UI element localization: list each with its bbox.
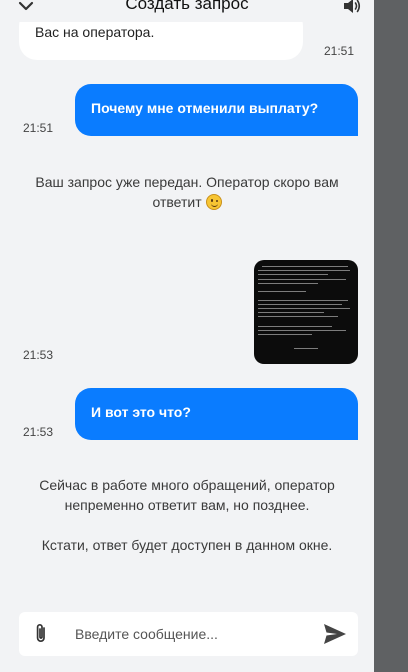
outgoing-message: И вот это что? <box>75 388 358 440</box>
system-message: Ваш запрос уже передан. Оператор скоро в… <box>20 172 354 212</box>
system-message: Кстати, ответ будет доступен в данном ок… <box>41 537 333 553</box>
message-text: Вас на оператора. <box>35 24 155 40</box>
system-message-text: Ваш запрос уже передан. Оператор скоро в… <box>35 174 339 210</box>
system-message: Сейчас в работе много обращений, операто… <box>39 477 335 513</box>
paperclip-icon[interactable] <box>31 622 51 646</box>
chat-title: Создать запрос <box>125 0 249 13</box>
message-text: Почему мне отменили выплату? <box>91 100 319 116</box>
message-composer <box>19 612 358 656</box>
chat-panel: Создать запрос Вас на оператора. 21:51 П… <box>0 0 374 672</box>
image-attachment[interactable] <box>254 260 358 364</box>
background-overlay <box>374 0 408 672</box>
message-input[interactable] <box>73 622 317 646</box>
smiling-face-emoji-icon <box>205 194 222 210</box>
outgoing-message: Почему мне отменили выплату? <box>75 84 358 136</box>
speaker-icon[interactable] <box>342 0 362 16</box>
message-text: И вот это что? <box>91 404 191 420</box>
message-time: 21:51 <box>324 44 355 58</box>
message-time: 21:51 <box>23 121 54 135</box>
message-time: 21:53 <box>23 348 54 362</box>
send-icon[interactable] <box>323 623 347 645</box>
message-time: 21:53 <box>23 425 54 439</box>
chat-header: Создать запрос <box>0 0 374 22</box>
